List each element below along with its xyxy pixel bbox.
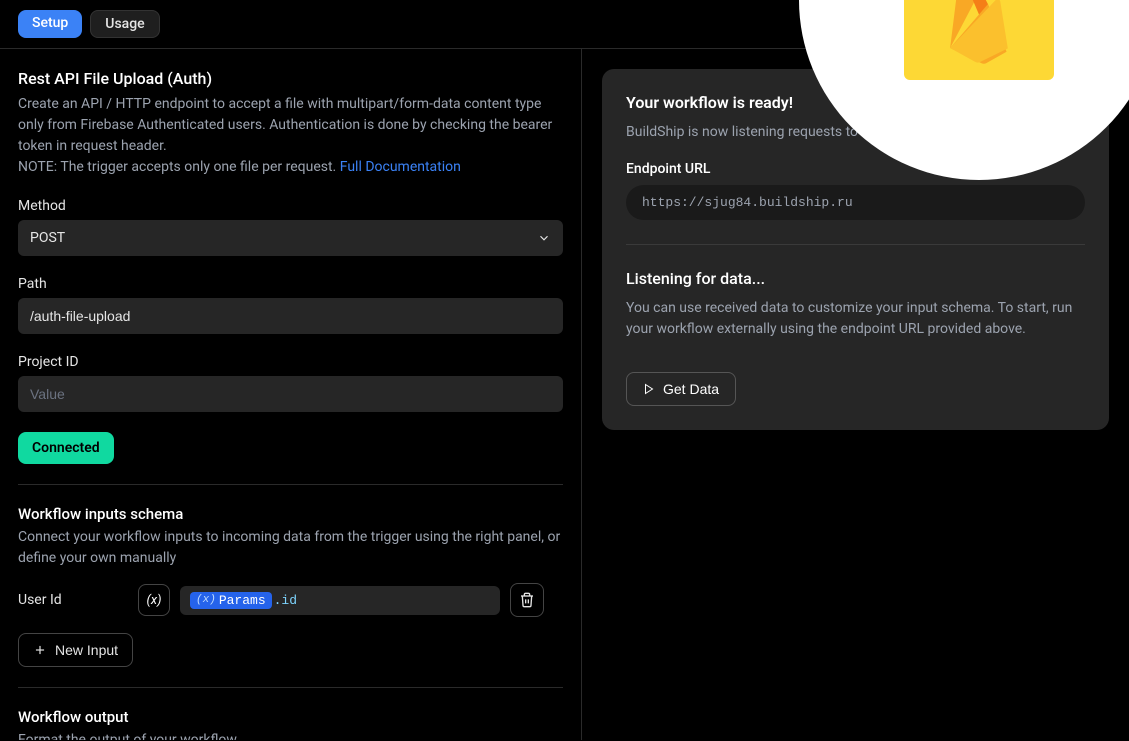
desc-line2: NOTE: The trigger accepts only one file … <box>18 159 340 175</box>
full-documentation-link[interactable]: Full Documentation <box>340 159 461 175</box>
workflow-output-title: Workflow output <box>18 708 563 726</box>
firebase-icon <box>949 0 1009 64</box>
workflow-output-desc: Format the output of your workflow <box>18 730 563 740</box>
folder-icon <box>904 0 1054 80</box>
project-id-label: Project ID <box>18 354 563 370</box>
listening-title: Listening for data... <box>626 269 1085 288</box>
variable-x-icon: (x) <box>196 594 216 606</box>
chip-label: Params <box>219 593 266 608</box>
divider-2 <box>18 687 563 688</box>
page-title: Rest API File Upload (Auth) <box>18 69 563 88</box>
play-icon <box>643 383 655 395</box>
inputs-schema-title: Workflow inputs schema <box>18 505 563 523</box>
inputs-schema-desc: Connect your workflow inputs to incoming… <box>18 527 563 569</box>
path-input[interactable] <box>18 298 563 334</box>
listening-desc: You can use received data to customize y… <box>626 298 1085 340</box>
expression-suffix: .id <box>274 593 297 608</box>
divider <box>18 484 563 485</box>
input-row-label: User Id <box>18 592 128 608</box>
variable-icon[interactable]: (x) <box>138 584 170 616</box>
delete-input-button[interactable] <box>510 583 544 617</box>
get-data-label: Get Data <box>663 381 719 397</box>
params-chip: (x) Params <box>190 592 272 609</box>
method-select[interactable]: POST <box>18 220 563 256</box>
left-panel: Rest API File Upload (Auth) Create an AP… <box>0 49 582 740</box>
get-data-button[interactable]: Get Data <box>626 372 736 406</box>
new-input-button[interactable]: New Input <box>18 633 133 667</box>
desc-line1: Create an API / HTTP endpoint to accept … <box>18 96 552 154</box>
method-value: POST <box>30 230 65 246</box>
expression-input[interactable]: (x) Params .id <box>180 586 500 615</box>
tab-usage[interactable]: Usage <box>90 10 159 38</box>
connected-badge[interactable]: Connected <box>18 432 114 464</box>
new-input-label: New Input <box>55 642 118 658</box>
page-description: Create an API / HTTP endpoint to accept … <box>18 94 563 178</box>
card-divider <box>626 244 1085 245</box>
trash-icon <box>519 592 535 608</box>
endpoint-url-value[interactable]: https://sjug84.buildship.ru <box>626 185 1085 220</box>
method-label: Method <box>18 198 563 214</box>
tab-setup[interactable]: Setup <box>18 10 82 38</box>
path-label: Path <box>18 276 563 292</box>
plus-icon <box>33 643 47 657</box>
project-id-input[interactable] <box>18 376 563 412</box>
chevron-down-icon <box>537 231 551 245</box>
